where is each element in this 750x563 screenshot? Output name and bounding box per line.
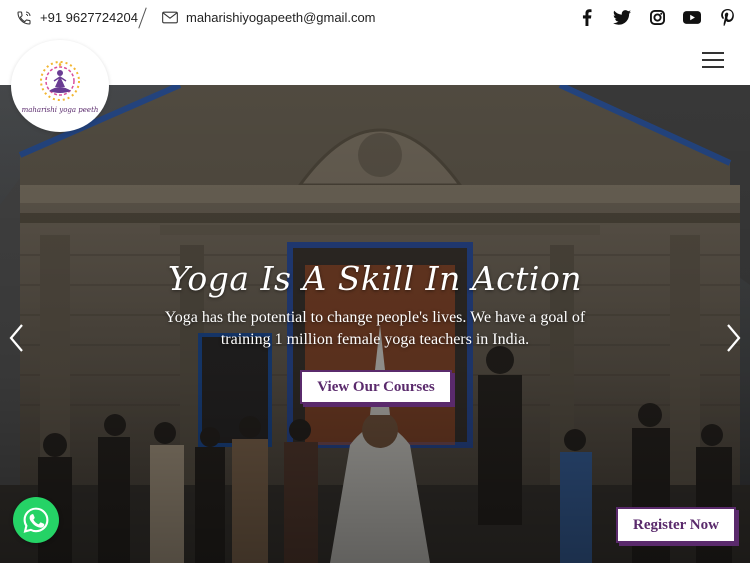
view-courses-button[interactable]: View Our Courses xyxy=(300,370,452,404)
register-now-button[interactable]: Register Now xyxy=(616,507,736,543)
main-navbar xyxy=(0,35,750,85)
email-contact[interactable]: maharishiyogapeeth@gmail.com xyxy=(162,0,376,35)
menu-icon[interactable] xyxy=(702,52,724,68)
youtube-icon[interactable] xyxy=(683,9,701,27)
chevron-left-icon xyxy=(9,324,23,352)
contact-divider xyxy=(138,7,147,29)
facebook-icon[interactable] xyxy=(578,9,596,27)
email-address: maharishiyogapeeth@gmail.com xyxy=(186,10,376,25)
slider-prev-arrow[interactable] xyxy=(8,323,26,353)
twitter-icon[interactable] xyxy=(613,9,631,27)
hero-slider: Yoga Is A Skill In Action Yoga has the p… xyxy=(0,85,750,563)
hero-title: Yoga Is A Skill In Action xyxy=(167,259,583,298)
top-contact-bar: +91 9627724204 maharishiyogapeeth@gmail.… xyxy=(0,0,750,36)
instagram-icon[interactable] xyxy=(648,9,666,27)
pinterest-icon[interactable] xyxy=(718,9,736,27)
whatsapp-icon xyxy=(23,507,49,533)
chevron-right-icon xyxy=(727,324,741,352)
social-links xyxy=(578,0,736,35)
meditation-figure-icon xyxy=(40,60,80,101)
logo-text: maharishi yoga peeth xyxy=(21,105,99,114)
site-logo[interactable]: maharishi yoga peeth xyxy=(11,40,109,132)
hero-description: Yoga has the potential to change people'… xyxy=(164,309,586,348)
slider-next-arrow[interactable] xyxy=(724,323,742,353)
whatsapp-button[interactable] xyxy=(13,497,59,543)
phone-contact[interactable]: +91 9627724204 xyxy=(16,0,138,35)
phone-icon xyxy=(16,10,32,26)
phone-number: +91 9627724204 xyxy=(40,10,138,25)
mail-icon xyxy=(162,11,178,24)
